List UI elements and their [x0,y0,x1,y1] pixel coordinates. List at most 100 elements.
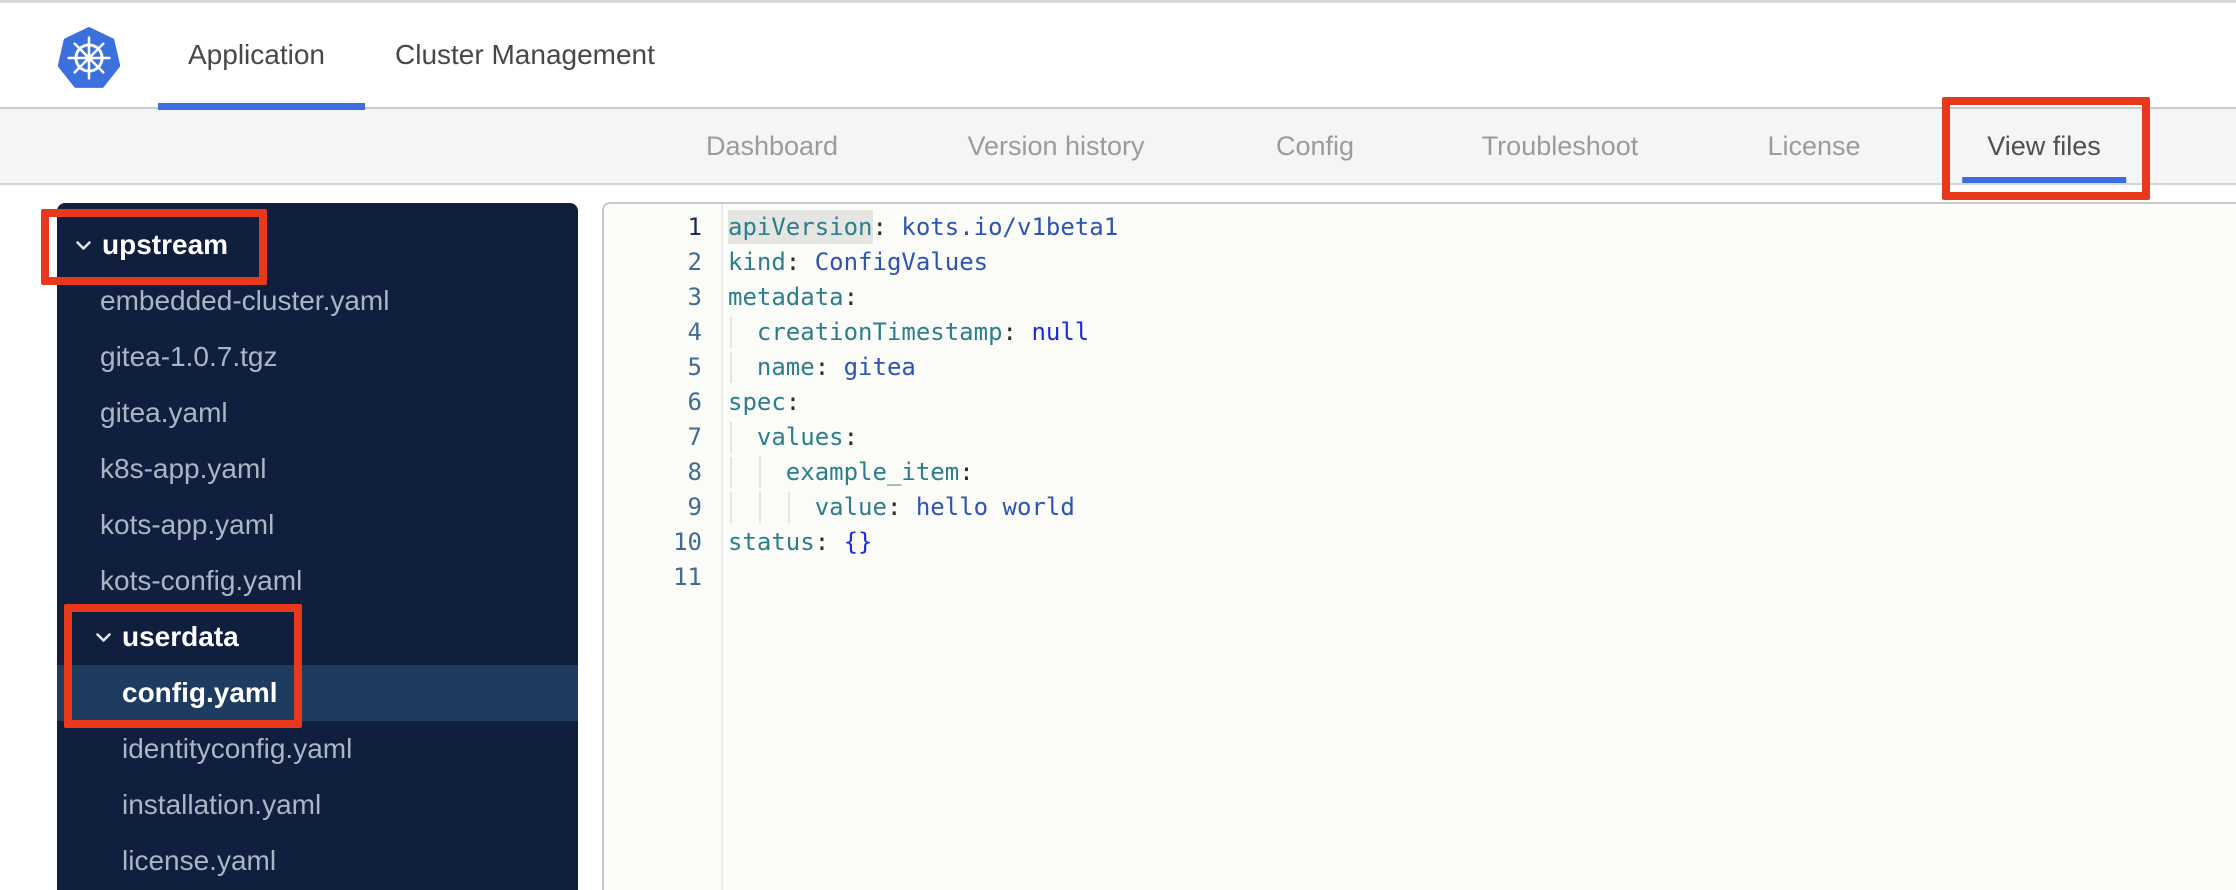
active-tab-underline [1962,177,2126,183]
tab-label: View files [1987,131,2101,161]
code-line-2: kind: ConfigValues [728,245,988,280]
tree-item-label: kots-app.yaml [100,509,275,540]
code-line-4: creationTimestamp: null [728,315,1089,350]
app-header: Application Cluster Management [0,0,2236,110]
tab-license[interactable]: License [1767,109,1860,183]
line-number: 2 [687,248,702,276]
chevron-down-icon [75,240,92,251]
tree-item-label: userdata [122,621,239,652]
code-line-7: values: [728,420,858,455]
tree-file-kots-app.yaml[interactable]: kots-app.yaml [57,497,578,553]
tree-file-license.yaml[interactable]: license.yaml [57,833,578,889]
token-key: example_item [785,458,960,486]
token-key: value [814,493,887,521]
code-line-9: value: hello world [728,490,1075,525]
file-tree-sidebar: upstream embedded-cluster.yaml gitea-1.0.7… [57,203,578,890]
token-punc: : [843,283,859,311]
tree-file-gitea.yaml[interactable]: gitea.yaml [57,385,578,441]
tree-file-kots-config.yaml[interactable]: kots-config.yaml [57,553,578,609]
line-number: 1 [687,213,702,241]
token-key: spec [728,388,786,416]
token-punc: : [959,458,974,486]
tree-item-label: embedded-cluster.yaml [100,285,390,316]
tree-item-label: installation.yaml [122,789,322,820]
token-key: apiVersion [728,213,873,241]
code-line-10: status: {} [728,525,873,560]
tree-folder-userdata[interactable]: userdata [57,609,578,665]
token-punc: : [785,248,815,276]
token-punc: : [785,388,801,416]
header-tab-cluster-management[interactable]: Cluster Management [395,3,655,107]
code-line-5: name: gitea [728,350,916,385]
yaml-file-viewer[interactable]: 1 2 3 4 5 6 7 8 9 10 11 apiVersion: kots.io/v1beta… [602,202,2236,890]
indent-guide [730,317,732,348]
tree-folder-upstream[interactable]: upstream [57,217,578,273]
tree-file-config.yaml[interactable]: config.yaml [57,665,578,721]
indent-guide [758,492,761,523]
line-number: 10 [673,528,702,556]
kots-admin-console: Application Cluster Management Dashboard V… [0,0,2236,890]
line-number: 8 [687,458,702,486]
line-number: 4 [687,318,702,346]
tab-label: Config [1275,131,1355,161]
indent-guide [787,492,790,523]
tree-file-installation.yaml[interactable]: installation.yaml [57,777,578,833]
token-punc: : [814,528,844,556]
line-number: 7 [687,423,702,451]
token-key: status [728,528,815,556]
token-key: name [756,353,815,381]
token-str: hello world [915,493,1075,521]
line-number: 6 [687,388,702,416]
token-key: metadata [728,283,844,311]
tree-item-label: kots-config.yaml [100,565,303,596]
tab-version-history[interactable]: Version history [967,109,1144,183]
token-key: creationTimestamp [756,318,1003,346]
tab-label: License [1767,131,1861,161]
token-punc: : [843,423,859,451]
tree-item-label: gitea.yaml [100,397,228,428]
gutter-separator [721,204,723,890]
indent-guide [730,422,732,453]
code-line-6: spec: [728,385,800,420]
token-str: kots.io/v1beta1 [901,213,1119,241]
tree-item-label: license.yaml [122,845,277,876]
line-number: 5 [687,353,702,381]
token-str: ConfigValues [814,248,989,276]
kubernetes-logo-icon [57,27,121,89]
line-number: 9 [687,493,702,521]
code-line-3: metadata: [728,280,858,315]
active-header-tab-underline [158,103,365,110]
indent-guide [730,492,732,523]
tree-file-gitea-1.0.7.tgz[interactable]: gitea-1.0.7.tgz [57,329,578,385]
token-key: kind [728,248,786,276]
tree-item-label: identityconfig.yaml [122,733,353,764]
indent-guide [730,457,732,488]
tree-file-identityconfig.yaml[interactable]: identityconfig.yaml [57,721,578,777]
app-subnav: Dashboard Version history Config Troublesho… [0,109,2236,185]
token-str: gitea [843,353,916,381]
token-punc: : [1002,318,1032,346]
indent-guide [758,457,761,488]
line-number: 3 [687,283,702,311]
code-line-8: example_item: [728,455,974,490]
tab-view-files[interactable]: View files [1962,109,2126,183]
tab-label: Troubleshoot [1481,131,1639,161]
tab-troubleshoot[interactable]: Troubleshoot [1482,109,1639,183]
tab-label: Dashboard [705,131,839,161]
tree-file-embedded-cluster.yaml[interactable]: embedded-cluster.yaml [57,273,578,329]
token-const: null [1031,318,1090,346]
tree-item-label: upstream [102,229,229,260]
chevron-down-icon [95,632,112,643]
tab-dashboard[interactable]: Dashboard [706,109,838,183]
tree-item-label: gitea-1.0.7.tgz [100,341,278,372]
tree-file-k8s-app.yaml[interactable]: k8s-app.yaml [57,441,578,497]
tree-item-label: k8s-app.yaml [100,453,267,484]
tab-config[interactable]: Config [1276,109,1354,183]
token-punc: : [872,213,902,241]
indent-guide [730,352,732,383]
tree-item-label: config.yaml [122,677,278,708]
token-punc: : [886,493,916,521]
header-tab-application[interactable]: Application [188,3,325,107]
line-number: 11 [673,563,702,591]
code-line-1: apiVersion: kots.io/v1beta1 [728,210,1118,245]
